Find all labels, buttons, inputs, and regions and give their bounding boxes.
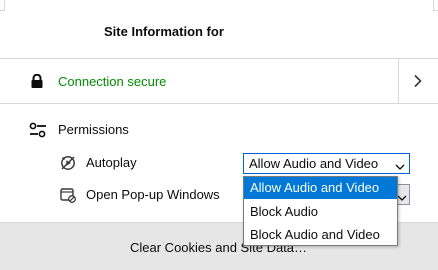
permissions-heading: Permissions — [58, 122, 129, 137]
connection-details-button[interactable] — [399, 59, 438, 103]
site-information-panel: Site Information for Connection secure P… — [0, 0, 438, 270]
connection-row[interactable]: Connection secure — [0, 59, 438, 104]
popup-windows-label: Open Pop-up Windows — [86, 187, 220, 202]
autoplay-dropdown-menu: Allow Audio and Video Block Audio Block … — [243, 176, 398, 246]
popup-window-icon — [60, 187, 76, 203]
autoplay-icon — [60, 155, 76, 171]
dropdown-option-block-audio[interactable]: Block Audio — [244, 201, 397, 223]
panel-header: Site Information for — [0, 0, 438, 59]
panel-title: Site Information for — [104, 24, 224, 39]
panel-corner-right — [433, 0, 438, 11]
dropdown-option-block-audio-video[interactable]: Block Audio and Video — [244, 224, 397, 246]
connection-status-label: Connection secure — [58, 74, 167, 89]
panel-corner-left — [0, 0, 5, 11]
autoplay-select-value: Allow Audio and Video — [249, 156, 379, 171]
popup-windows-select[interactable] — [396, 184, 410, 205]
chevron-right-icon — [413, 74, 423, 88]
chevron-down-icon — [395, 159, 405, 170]
autoplay-select[interactable]: Allow Audio and Video — [243, 153, 410, 174]
permissions-sliders-icon — [29, 122, 47, 138]
lock-icon — [30, 73, 44, 88]
chevron-down-icon — [397, 190, 407, 201]
dropdown-option-allow-audio-video[interactable]: Allow Audio and Video — [244, 177, 397, 199]
autoplay-label: Autoplay — [86, 155, 137, 170]
